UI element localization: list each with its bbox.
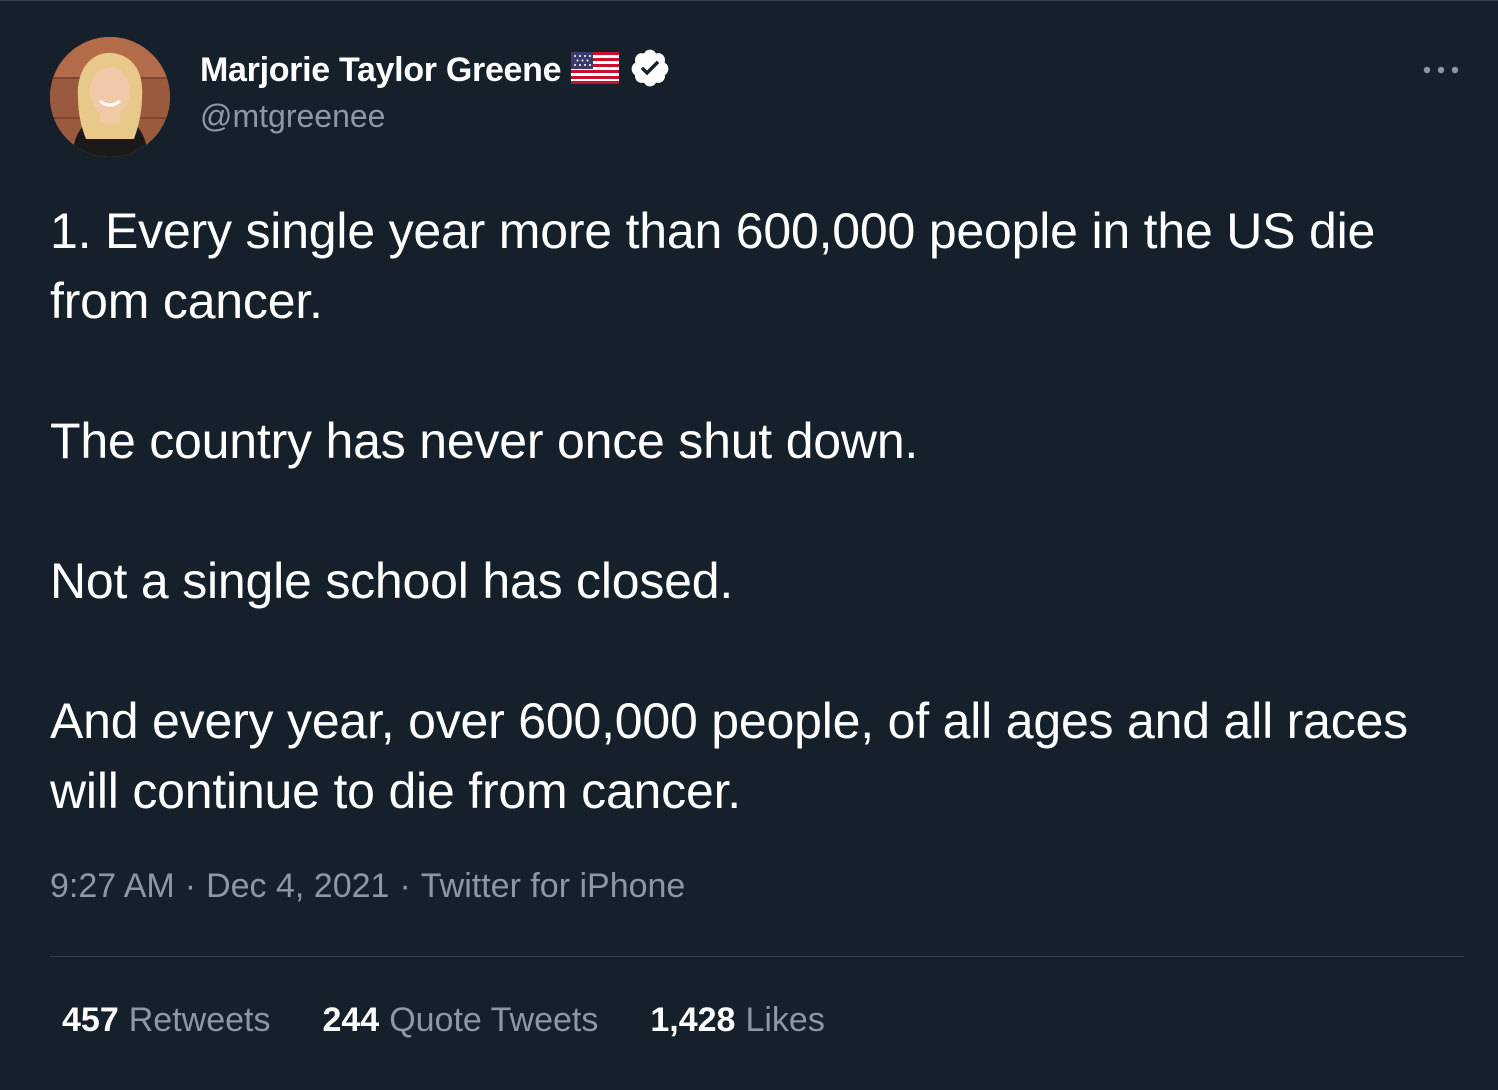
tweet-paragraph: The country has never once shut down. (50, 413, 919, 469)
tweet-meta: 9:27 AM · Dec 4, 2021 · Twitter for iPho… (50, 867, 685, 906)
tweet-card: Marjorie Taylor Greene @mtgreenee 1. Eve… (0, 0, 1498, 1090)
tweet-paragraph: Not a single school has closed. (50, 553, 734, 609)
quote-tweets-count: 244 (322, 1001, 380, 1039)
engagement-stats: 457 Retweets 244 Quote Tweets 1,428 Like… (62, 1001, 877, 1040)
tweet-time[interactable]: 9:27 AM (50, 867, 175, 906)
meta-separator: · (399, 867, 411, 905)
more-options-icon[interactable] (1418, 56, 1464, 84)
divider (50, 956, 1464, 957)
author-name[interactable]: Marjorie Taylor Greene (200, 51, 562, 90)
tweet-date[interactable]: Dec 4, 2021 (206, 867, 389, 906)
likes-count: 1,428 (650, 1001, 736, 1039)
meta-separator: · (184, 867, 197, 905)
retweets-count: 457 (62, 1001, 119, 1039)
tweet-paragraph: 1. Every single year more than 600,000 p… (50, 203, 1376, 329)
quote-tweets-stat[interactable]: 244 Quote Tweets (322, 1001, 598, 1040)
us-flag-icon (571, 51, 620, 89)
retweets-stat[interactable]: 457 Retweets (62, 1001, 270, 1040)
avatar[interactable] (50, 37, 170, 157)
tweet-text: 1. Every single year more than 600,000 p… (50, 196, 1450, 826)
likes-stat[interactable]: 1,428 Likes (650, 1001, 824, 1040)
tweet-paragraph: And every year, over 600,000 people, of … (50, 693, 1408, 819)
quote-tweets-label: Quote Tweets (389, 1001, 599, 1039)
author-name-row: Marjorie Taylor Greene (200, 46, 671, 94)
likes-label: Likes (745, 1001, 825, 1039)
tweet-source[interactable]: Twitter for iPhone (421, 867, 686, 906)
retweets-label: Retweets (128, 1001, 271, 1039)
verified-badge-icon (629, 47, 671, 94)
author-handle[interactable]: @mtgreenee (200, 98, 385, 135)
